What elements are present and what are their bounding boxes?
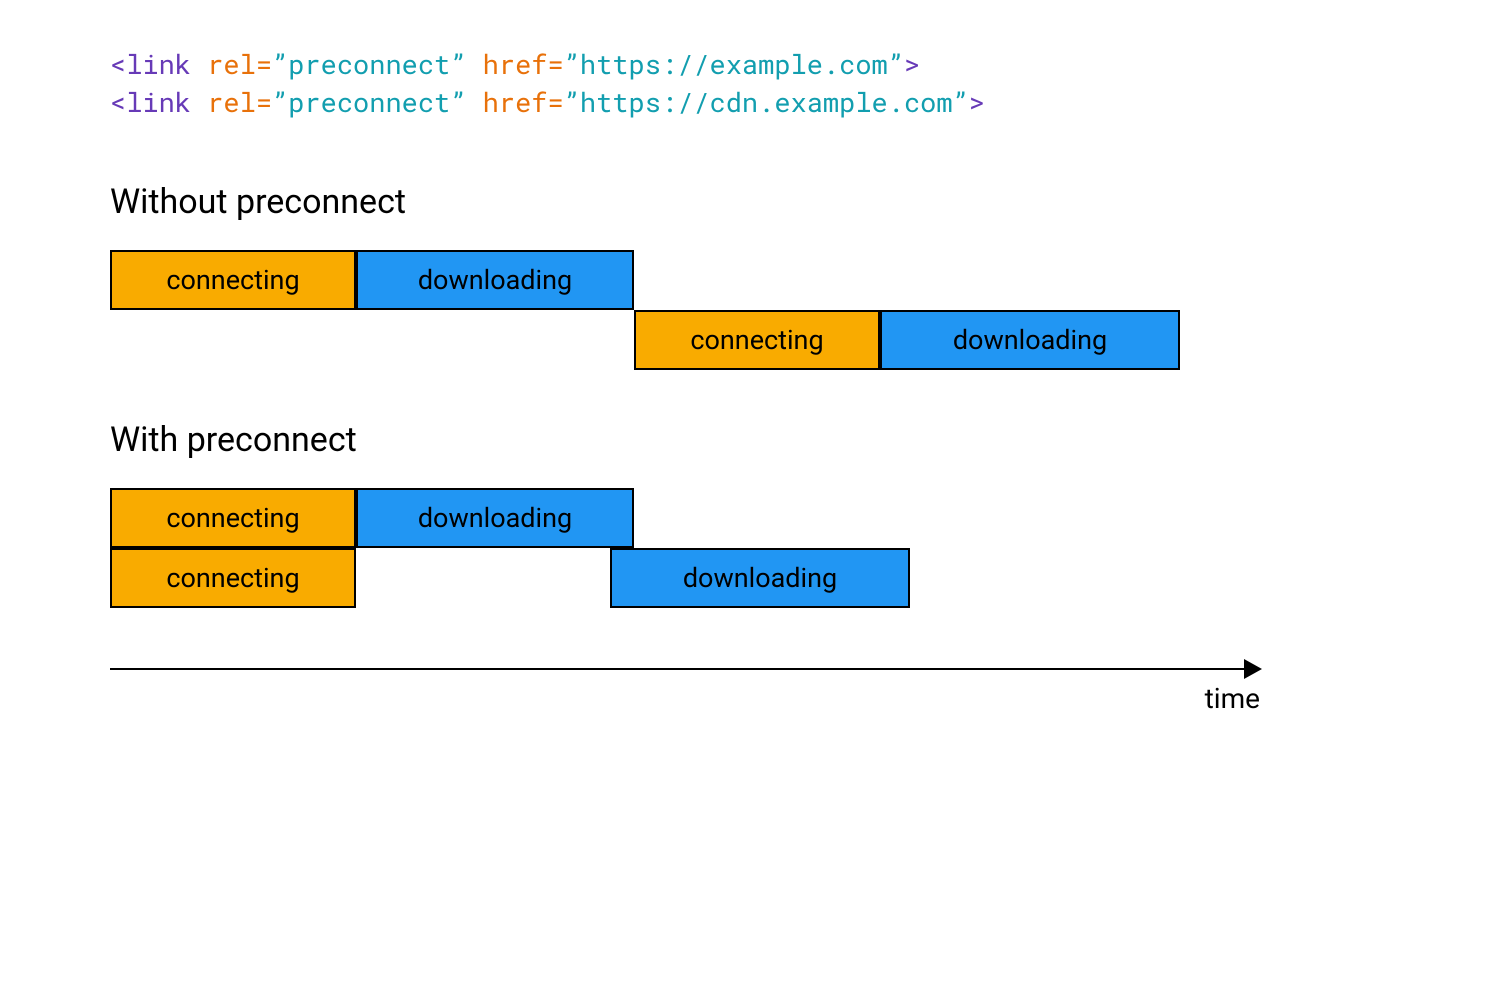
bar-connecting: connecting	[634, 310, 880, 370]
token-value-href: ”https://example.com”	[564, 47, 904, 82]
timeline-row: connecting downloading	[110, 548, 1180, 608]
token-value-rel: ”preconnect”	[272, 85, 466, 120]
token-attr-href: href=	[466, 85, 563, 120]
axis-line	[110, 668, 1260, 670]
code-snippet: <link rel=”preconnect” href=”https://exa…	[110, 46, 1378, 122]
timeline-row: connectingdownloading	[110, 488, 1180, 548]
code-line-1: <link rel=”preconnect” href=”https://exa…	[110, 46, 1378, 84]
bar-downloading: downloading	[880, 310, 1180, 370]
bar-downloading: downloading	[610, 548, 910, 608]
timeline-without: connectingdownloadingconnectingdownloadi…	[110, 250, 1180, 370]
token-tag-open: <link	[110, 47, 191, 82]
timeline-row: connectingdownloading	[110, 310, 1180, 370]
axis-label: time	[1205, 682, 1260, 715]
token-attr-rel: rel=	[191, 47, 272, 82]
token-tag-close: >	[904, 47, 920, 82]
token-tag-open: <link	[110, 85, 191, 120]
token-attr-href: href=	[466, 47, 563, 82]
token-attr-rel: rel=	[191, 85, 272, 120]
code-line-2: <link rel=”preconnect” href=”https://cdn…	[110, 84, 1378, 122]
timeline-with: connectingdownloadingconnectingdownloadi…	[110, 488, 1180, 608]
token-value-href: ”https://cdn.example.com”	[564, 85, 969, 120]
bar-connecting: connecting	[110, 548, 356, 608]
bar-connecting: connecting	[110, 250, 356, 310]
section-title-without: Without preconnect	[110, 182, 1378, 222]
time-axis: time	[110, 668, 1260, 670]
token-tag-close: >	[969, 85, 985, 120]
timeline-row: connectingdownloading	[110, 250, 1180, 310]
section-title-with: With preconnect	[110, 420, 1378, 460]
bar-downloading: downloading	[356, 488, 634, 548]
bar-connecting: connecting	[110, 488, 356, 548]
token-value-rel: ”preconnect”	[272, 47, 466, 82]
bar-downloading: downloading	[356, 250, 634, 310]
arrow-right-icon	[1244, 659, 1262, 679]
